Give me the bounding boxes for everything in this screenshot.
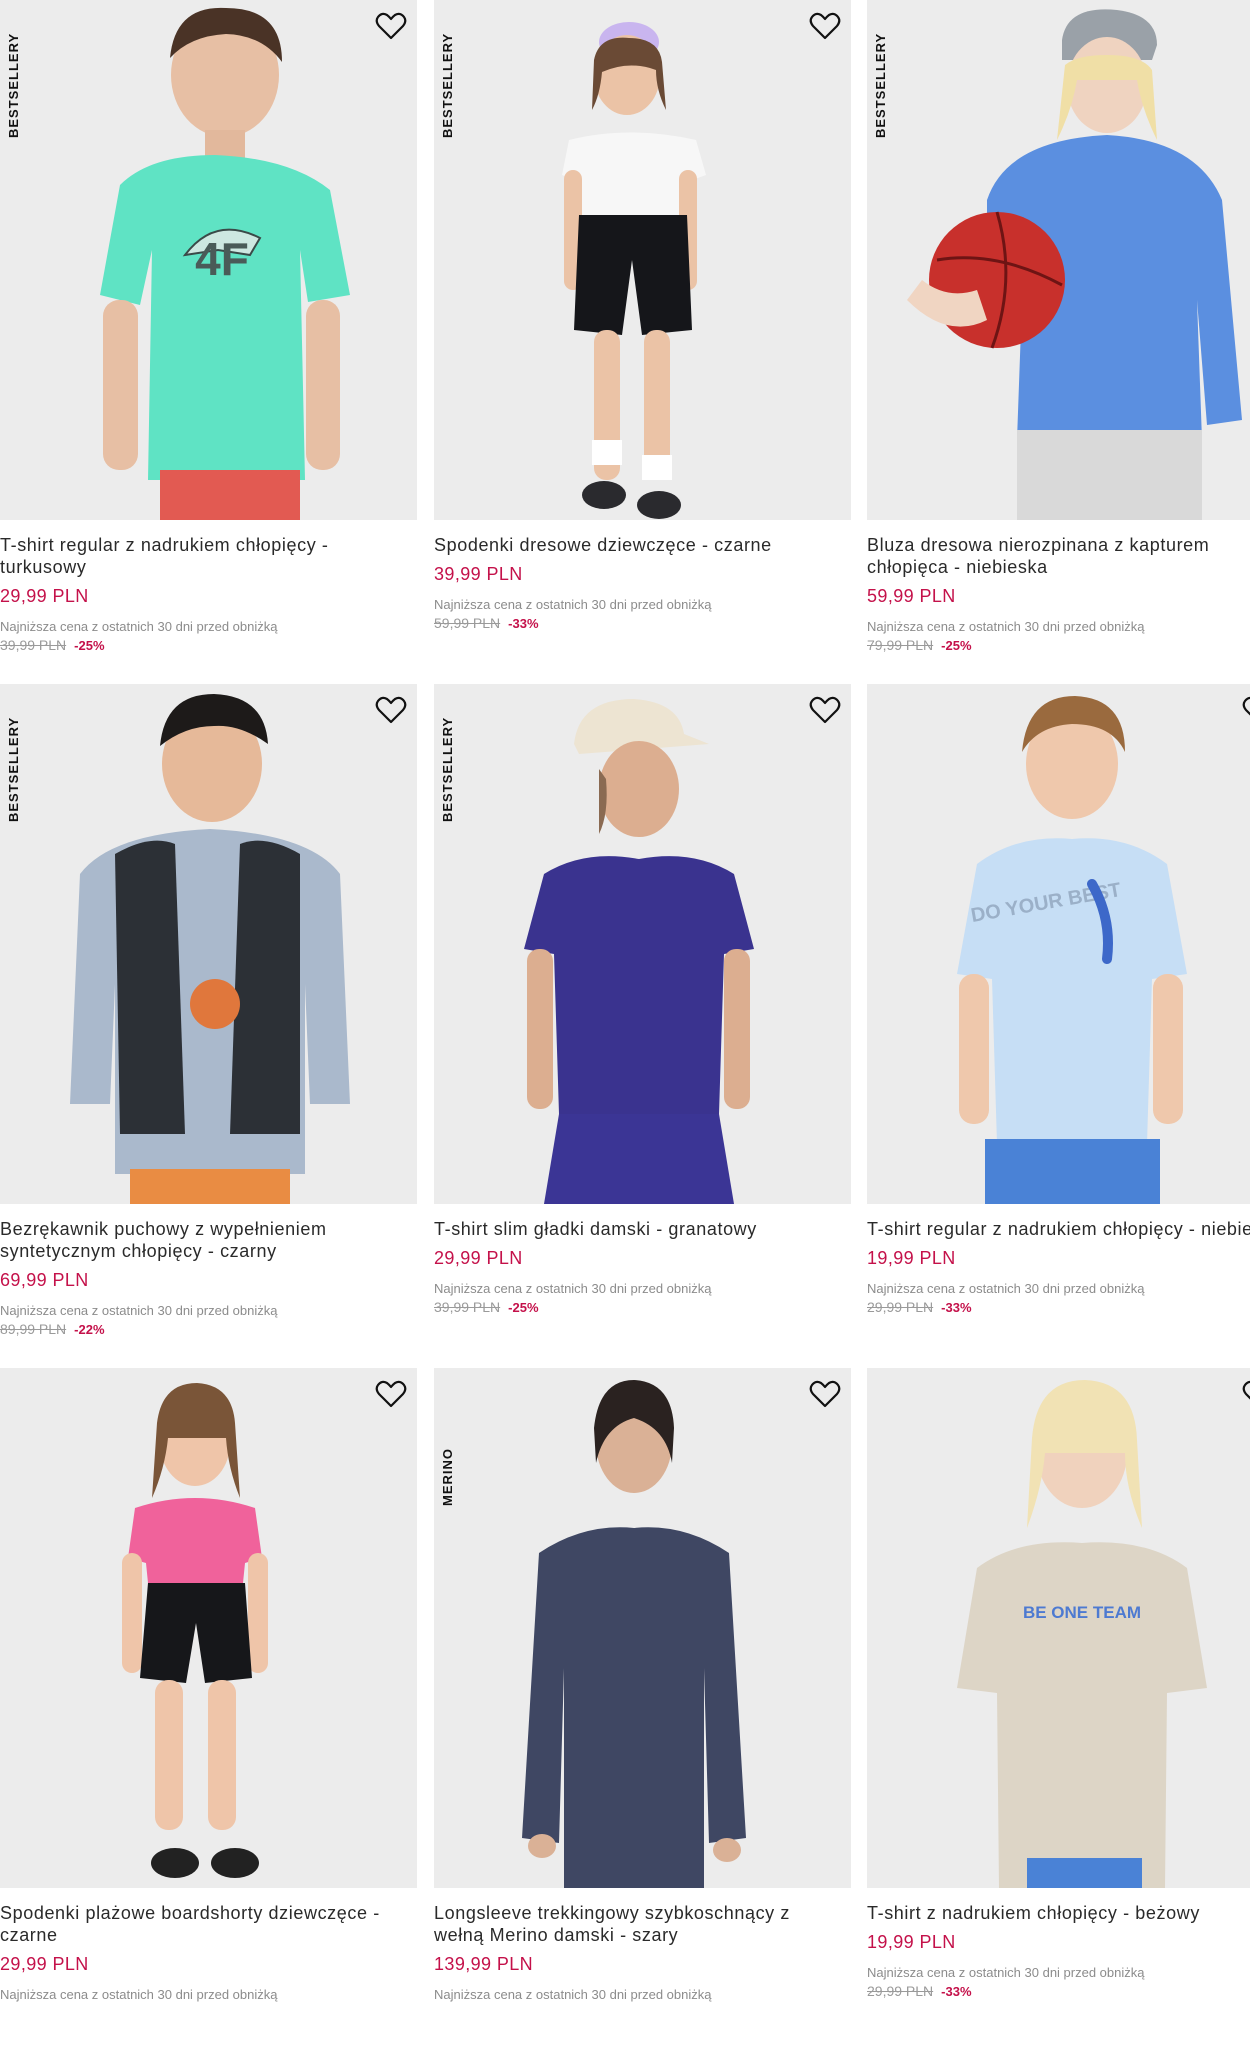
lowest-price-label: Najniższa cena z ostatnich 30 dni przed … (867, 1281, 1145, 1296)
lowest-price-label: Najniższa cena z ostatnich 30 dni przed … (867, 619, 1145, 634)
discount-badge: -25% (941, 638, 972, 653)
product-card[interactable]: BE ONE TEAM T-shirt z nadrukiem chłopięc… (867, 1368, 1250, 2048)
favorite-button[interactable] (1240, 692, 1250, 728)
product-card[interactable]: BESTSELLERY Spodenki dresowe dziewczęce … (434, 0, 851, 680)
discount-badge: -25% (74, 638, 105, 653)
lowest-price-label: Najniższa cena z ostatnich 30 dni przed … (867, 1965, 1145, 1980)
lowest-price-label: Najniższa cena z ostatnich 30 dni przed … (434, 1987, 712, 2002)
badge-bestseller: BESTSELLERY (6, 32, 21, 138)
badge-bestseller: BESTSELLERY (6, 716, 21, 822)
product-card[interactable]: MERINO Longsleeve trekkingowy szybkoschn… (434, 1368, 851, 2048)
lowest-price-label: Najniższa cena z ostatnich 30 dni przed … (0, 1303, 278, 1318)
product-price: 39,99 PLN (434, 564, 523, 584)
product-title[interactable]: Spodenki plażowe boardshorty dziewczęce … (0, 1902, 410, 1946)
product-info: Bezrękawnik puchowy z wypełnieniem synte… (0, 1218, 410, 1337)
product-image[interactable]: BESTSELLERY (867, 0, 1250, 520)
favorite-button[interactable] (373, 8, 409, 44)
discount-badge: -22% (74, 1322, 105, 1337)
product-price: 29,99 PLN (434, 1248, 523, 1268)
favorite-button[interactable] (1240, 1376, 1250, 1412)
old-price: 79,99 PLN (867, 637, 934, 653)
product-title[interactable]: T-shirt z nadrukiem chłopięcy - beżowy (867, 1902, 1250, 1924)
favorite-button[interactable] (807, 8, 843, 44)
product-card[interactable]: BESTSELLERY T-shirt slim gładki damski -… (434, 684, 851, 1364)
product-image[interactable]: BE ONE TEAM (867, 1368, 1250, 1888)
product-image[interactable]: BESTSELLERY (0, 684, 417, 1204)
product-price: 19,99 PLN (867, 1248, 956, 1268)
product-image[interactable]: MERINO (434, 1368, 851, 1888)
heart-outline-icon (375, 696, 407, 724)
product-info: T-shirt slim gładki damski - granatowy 2… (434, 1218, 844, 1315)
product-title[interactable]: T-shirt regular z nadrukiem chłopięcy - … (0, 534, 410, 578)
product-image[interactable]: 4F BESTSELLERY (0, 0, 417, 520)
product-title[interactable]: Spodenki dresowe dziewczęce - czarne (434, 534, 844, 556)
tshirt-print-text: 4F (195, 233, 249, 285)
heart-outline-icon (1242, 1380, 1250, 1400)
product-price: 19,99 PLN (867, 1932, 956, 1952)
lowest-price-label: Najniższa cena z ostatnich 30 dni przed … (434, 597, 712, 612)
product-info: T-shirt z nadrukiem chłopięcy - beżowy 1… (867, 1902, 1250, 1999)
product-card[interactable]: BESTSELLERY Bluza dresowa nierozpinana z… (867, 0, 1250, 680)
badge-bestseller: BESTSELLERY (440, 716, 455, 822)
product-price: 29,99 PLN (0, 1954, 89, 1974)
favorite-button[interactable] (373, 1376, 409, 1412)
tshirt-print-text: BE ONE TEAM (1023, 1603, 1141, 1622)
product-title[interactable]: Longsleeve trekkingowy szybkoschnący z w… (434, 1902, 844, 1946)
heart-outline-icon (809, 1380, 841, 1408)
old-price: 59,99 PLN (434, 615, 501, 631)
old-price: 39,99 PLN (0, 637, 67, 653)
product-price: 69,99 PLN (0, 1270, 89, 1290)
product-grid: 4F BESTSELLERY T-shirt regular z nadruki… (0, 0, 1250, 2014)
product-info: Longsleeve trekkingowy szybkoschnący z w… (434, 1902, 844, 2002)
product-title[interactable]: Bezrękawnik puchowy z wypełnieniem synte… (0, 1218, 410, 1262)
badge-bestseller: BESTSELLERY (440, 32, 455, 138)
favorite-button[interactable] (807, 692, 843, 728)
product-image[interactable] (0, 1368, 417, 1888)
product-card[interactable]: BESTSELLERY Bezrękawnik puchowy z wypełn… (0, 684, 417, 1364)
product-image[interactable]: DO YOUR BEST (867, 684, 1250, 1204)
heart-outline-icon (375, 1380, 407, 1408)
product-card[interactable]: DO YOUR BEST T-shirt regular z nadrukiem… (867, 684, 1250, 1364)
product-title[interactable]: Bluza dresowa nierozpinana z kapturem ch… (867, 534, 1250, 578)
badge-bestseller: BESTSELLERY (873, 32, 888, 138)
product-image[interactable]: BESTSELLERY (434, 684, 851, 1204)
favorite-button[interactable] (807, 1376, 843, 1412)
product-info: T-shirt regular z nadrukiem chłopięcy - … (867, 1218, 1250, 1315)
product-info: Bluza dresowa nierozpinana z kapturem ch… (867, 534, 1250, 653)
product-title[interactable]: T-shirt regular z nadrukiem chłopięcy - … (867, 1218, 1250, 1240)
product-card[interactable]: 4F BESTSELLERY T-shirt regular z nadruki… (0, 0, 417, 680)
discount-badge: -33% (941, 1984, 972, 1999)
favorite-button[interactable] (373, 692, 409, 728)
product-title[interactable]: T-shirt slim gładki damski - granatowy (434, 1218, 844, 1240)
old-price: 29,99 PLN (867, 1299, 934, 1315)
old-price: 39,99 PLN (434, 1299, 501, 1315)
old-price: 89,99 PLN (0, 1321, 67, 1337)
discount-badge: -33% (941, 1300, 972, 1315)
product-price: 59,99 PLN (867, 586, 956, 606)
lowest-price-label: Najniższa cena z ostatnich 30 dni przed … (0, 1987, 278, 2002)
product-price: 29,99 PLN (0, 586, 89, 606)
lowest-price-label: Najniższa cena z ostatnich 30 dni przed … (434, 1281, 712, 1296)
heart-outline-icon (375, 12, 407, 40)
discount-badge: -33% (508, 616, 539, 631)
heart-outline-icon (1242, 696, 1250, 716)
product-price: 139,99 PLN (434, 1954, 534, 1974)
product-image[interactable]: BESTSELLERY (434, 0, 851, 520)
lowest-price-label: Najniższa cena z ostatnich 30 dni przed … (0, 619, 278, 634)
discount-badge: -25% (508, 1300, 539, 1315)
heart-outline-icon (809, 696, 841, 724)
badge-merino: MERINO (440, 1448, 455, 1506)
old-price: 29,99 PLN (867, 1983, 934, 1999)
product-info: T-shirt regular z nadrukiem chłopięcy - … (0, 534, 410, 653)
product-info: Spodenki plażowe boardshorty dziewczęce … (0, 1902, 410, 2002)
heart-outline-icon (809, 12, 841, 40)
product-info: Spodenki dresowe dziewczęce - czarne 39,… (434, 534, 844, 631)
product-card[interactable]: Spodenki plażowe boardshorty dziewczęce … (0, 1368, 417, 2048)
